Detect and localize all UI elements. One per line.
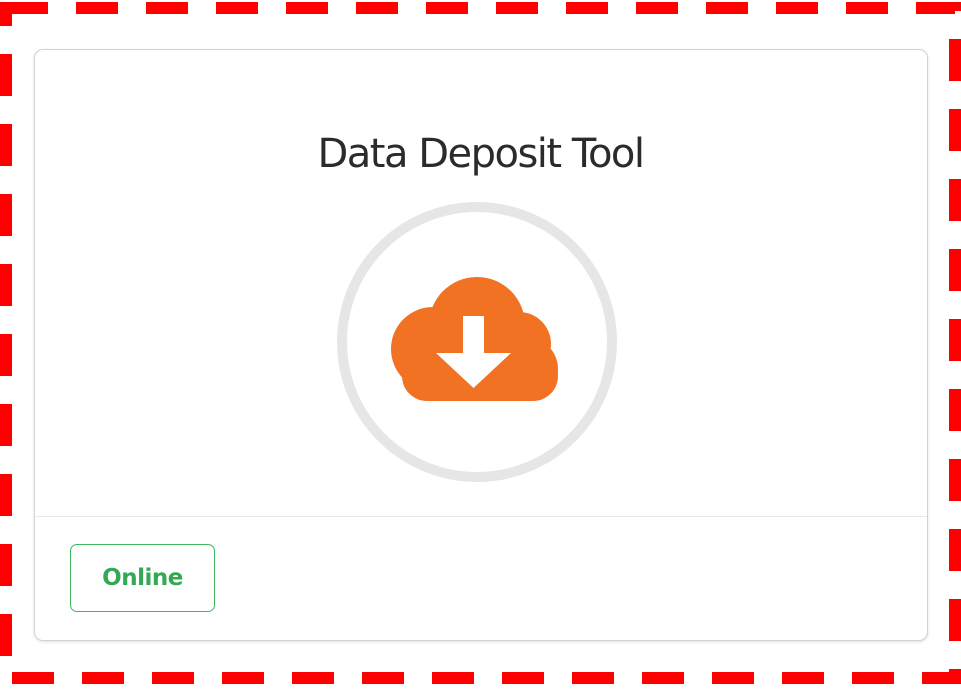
card-title: Data Deposit Tool — [317, 131, 645, 177]
status-badge: Online — [70, 544, 215, 612]
card-divider — [35, 516, 927, 517]
cloud-download-icon — [336, 201, 618, 483]
